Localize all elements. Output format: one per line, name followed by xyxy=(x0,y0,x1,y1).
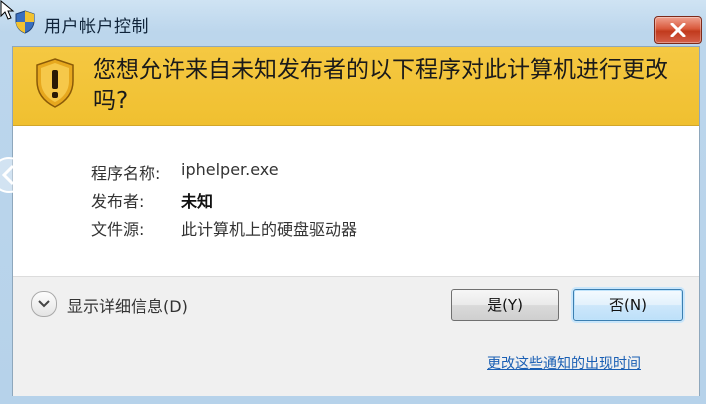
title-bar[interactable]: 用户帐户控制 xyxy=(0,0,706,46)
close-icon xyxy=(670,23,686,37)
uac-shield-icon xyxy=(14,10,36,34)
notification-settings-link[interactable]: 更改这些通知的出现时间 xyxy=(487,353,641,373)
program-name-label: 程序名称: xyxy=(91,164,161,183)
close-button[interactable] xyxy=(654,16,702,44)
uac-dialog: 用户帐户控制 您想允许来自未知发布者的以下程序对此计算机进行更改吗? 程序名称: xyxy=(0,0,706,404)
window-title: 用户帐户控制 xyxy=(44,17,149,37)
program-info: 程序名称: iphelper.exe 发布者: 未知 文件源: 此计算机上的硬盘… xyxy=(13,126,699,276)
no-button[interactable]: 否(N) xyxy=(573,289,683,321)
file-origin-label: 文件源: xyxy=(91,220,145,239)
yes-button[interactable]: 是(Y) xyxy=(451,289,559,321)
mouse-cursor-icon xyxy=(0,0,16,24)
back-arrow-icon[interactable] xyxy=(0,156,28,194)
warning-shield-icon xyxy=(33,57,77,113)
publisher-value: 未知 xyxy=(181,192,214,211)
warning-banner: 您想允许来自未知发布者的以下程序对此计算机进行更改吗? xyxy=(13,47,699,126)
chevron-down-icon[interactable] xyxy=(31,291,57,317)
program-name-value: iphelper.exe xyxy=(181,160,279,179)
dialog-footer: 显示详细信息(D) 是(Y) 否(N) 更改这些通知的出现时间 xyxy=(13,276,699,396)
show-details-label[interactable]: 显示详细信息(D) xyxy=(67,293,188,317)
show-details-toggle[interactable]: 显示详细信息(D) xyxy=(31,291,231,319)
warning-question: 您想允许来自未知发布者的以下程序对此计算机进行更改吗? xyxy=(93,57,668,114)
publisher-label: 发布者: xyxy=(91,192,145,211)
file-origin-value: 此计算机上的硬盘驱动器 xyxy=(181,220,358,239)
dialog-client-area: 您想允许来自未知发布者的以下程序对此计算机进行更改吗? 程序名称: iphelp… xyxy=(12,46,700,396)
